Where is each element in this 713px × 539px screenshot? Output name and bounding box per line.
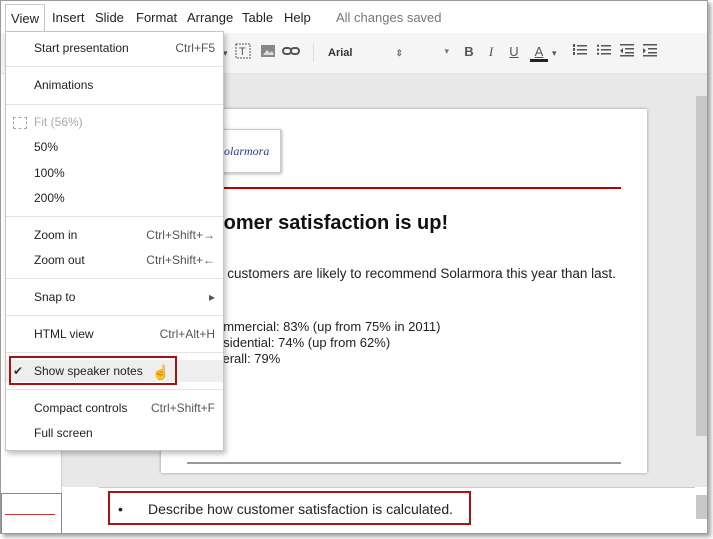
app-window: View Insert Slide Format Arrange Table H… (0, 0, 708, 534)
menu-item-label: 50% (34, 140, 59, 154)
menu-item-label: Fit (56%) (34, 115, 83, 129)
menu-item-label: HTML view (34, 327, 94, 341)
italic-icon[interactable]: I (485, 43, 497, 61)
menu-item-label: 100% (34, 166, 65, 180)
menu-item-shortcut: Ctrl+F5 (175, 41, 215, 55)
dropdown-arrow-icon[interactable]: ▾ (552, 44, 557, 62)
menu-table[interactable]: Table (242, 10, 273, 25)
menu-item-label: Snap to (34, 290, 76, 304)
menu-item-shortcut: Ctrl+Alt+H (159, 327, 215, 341)
notes-scrollbar[interactable] (696, 495, 707, 519)
increase-indent-icon[interactable] (643, 43, 657, 61)
menu-item-label: 200% (34, 191, 65, 205)
numbered-list-icon[interactable] (573, 43, 587, 61)
toolbar-divider (313, 44, 314, 62)
notes-highlight-box (108, 491, 471, 525)
vertical-scrollbar[interactable] (696, 96, 707, 436)
bulleted-list-icon[interactable] (596, 43, 611, 61)
bold-icon[interactable]: B (463, 43, 475, 61)
hand-cursor-icon: ☝ (152, 364, 170, 380)
fit-icon (13, 117, 27, 129)
logo-text: Solarmora (218, 144, 270, 158)
menu-item-zoom-50[interactable]: 50% (6, 136, 223, 158)
menu-item-snap-to[interactable]: Snap to ▸ (6, 286, 223, 308)
menu-item-fit: Fit (56%) (6, 111, 223, 133)
menu-item-label: Zoom in (34, 228, 78, 242)
menu-item-label: Start presentation (34, 41, 129, 55)
menu-slide[interactable]: Slide (95, 10, 124, 25)
save-status: All changes saved (336, 10, 442, 25)
menu-divider (6, 278, 223, 279)
menu-item-shortcut: Ctrl+Shift+→ (146, 228, 215, 242)
slide-title[interactable]: tomer satisfaction is up! (217, 212, 448, 235)
menu-item-full-screen[interactable]: Full screen (6, 422, 223, 444)
menu-item-label: Compact controls (34, 401, 128, 415)
svg-text:T: T (239, 46, 246, 58)
link-icon[interactable] (281, 43, 301, 61)
menu-item-zoom-200[interactable]: 200% (6, 187, 223, 209)
menu-item-shortcut: Ctrl+Shift+F (150, 401, 215, 415)
menu-item-show-speaker-notes[interactable]: ✔ Show speaker notes ☝ (6, 356, 223, 385)
font-family-value: Arial (328, 47, 353, 59)
image-icon[interactable] (259, 43, 277, 61)
menu-item-shortcut: Ctrl+Shift+← (146, 253, 215, 267)
menu-item-start-presentation[interactable]: Start presentation Ctrl+F5 (6, 37, 223, 59)
menu-item-label: Animations (34, 78, 94, 92)
view-menu-dropdown: Start presentation Ctrl+F5 Animations Fi… (5, 31, 224, 451)
menu-item-compact-controls[interactable]: Compact controls Ctrl+Shift+F (6, 397, 223, 419)
menu-item-label: Full screen (34, 426, 93, 440)
underline-icon[interactable]: U (508, 43, 520, 61)
slide-subtitle[interactable]: e customers are likely to recommend Sola… (216, 266, 616, 281)
menu-insert[interactable]: Insert (52, 10, 85, 25)
decrease-indent-icon[interactable] (620, 43, 634, 61)
text-color-icon[interactable]: A (530, 43, 548, 62)
menu-divider (6, 352, 223, 353)
menu-divider (6, 216, 223, 217)
menu-item-zoom-out[interactable]: Zoom out Ctrl+Shift+← (6, 249, 223, 271)
company-logo: Solarmora (215, 129, 281, 173)
slide-footer-rule (187, 462, 621, 464)
menu-item-html-view[interactable]: HTML view Ctrl+Alt+H (6, 323, 223, 345)
menu-item-zoom-100[interactable]: 100% (6, 162, 223, 184)
menu-divider (6, 66, 223, 67)
slide-bullet[interactable]: ommercial: 83% (up from 75% in 2011) (216, 319, 440, 334)
textbox-icon[interactable]: T (234, 43, 252, 61)
slide-bullet[interactable]: esidential: 74% (up from 62%) (216, 335, 390, 350)
menu-divider (6, 104, 223, 105)
menu-help[interactable]: Help (284, 10, 311, 25)
slide-bullet[interactable]: verall: 79% (216, 351, 280, 366)
dropdown-arrow-icon: ▾ (444, 46, 449, 56)
menu-format[interactable]: Format (136, 10, 177, 25)
updown-arrow-icon: ⇕ (395, 48, 403, 58)
menu-item-zoom-in[interactable]: Zoom in Ctrl+Shift+→ (6, 224, 223, 246)
font-family-select[interactable]: Arial ⇕ (319, 42, 407, 64)
menu-divider (6, 315, 223, 316)
menu-view[interactable]: View (5, 4, 45, 32)
menu-divider (6, 389, 223, 390)
title-rule (171, 187, 621, 189)
menubar: View Insert Slide Format Arrange Table H… (1, 1, 707, 33)
font-size-select[interactable]: ▾ (413, 42, 451, 64)
slide-thumbnail[interactable] (1, 493, 62, 533)
menu-item-label: Zoom out (34, 253, 85, 267)
menu-arrange[interactable]: Arrange (187, 10, 233, 25)
submenu-arrow-icon: ▸ (208, 290, 215, 304)
menu-item-animations[interactable]: Animations (6, 74, 223, 96)
